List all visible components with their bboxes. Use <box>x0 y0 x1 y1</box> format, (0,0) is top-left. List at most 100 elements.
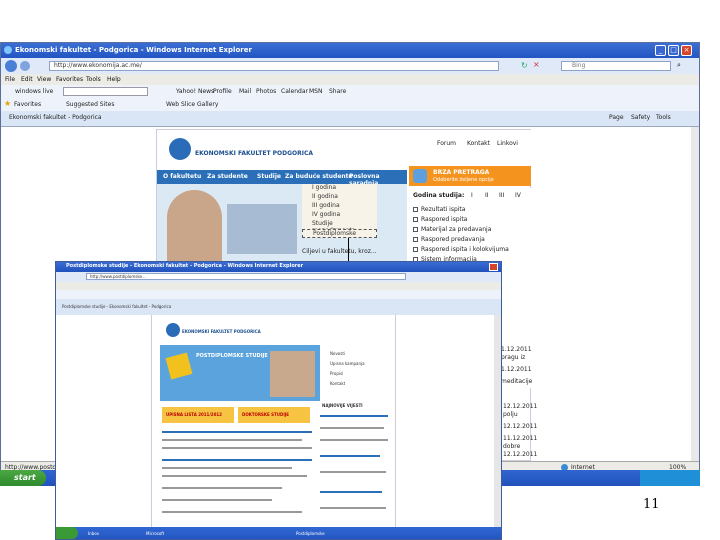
overlay-menu-novosti[interactable]: Novosti <box>330 351 345 356</box>
overlay-news-line <box>320 455 380 457</box>
nav-o-fakultetu[interactable]: O fakultetu <box>163 173 201 180</box>
menu-help[interactable]: Help <box>107 76 121 83</box>
close-button[interactable]: × <box>681 45 692 56</box>
checkbox-godina-i[interactable]: I <box>471 192 473 199</box>
sidebar-item-label: Raspored ispita i kolokvijuma <box>421 246 509 253</box>
address-bar[interactable]: http://www.ekonomija.ac.me/ <box>49 61 499 71</box>
overlay-menu-kontakt[interactable]: Kontakt <box>330 381 345 386</box>
news-snippet[interactable]: meditacije <box>501 378 532 385</box>
dropdown-item-6[interactable]: Postdiplomske <box>302 229 377 238</box>
overlay-start-button[interactable] <box>56 527 78 539</box>
overlay-scrollbar[interactable] <box>494 315 501 528</box>
stop-icon[interactable]: × <box>533 60 540 69</box>
toolbar-share[interactable]: Share <box>329 88 346 95</box>
menu-tools[interactable]: Tools <box>86 76 101 83</box>
toolbar-msn[interactable]: MSN <box>309 88 322 95</box>
news-snippet[interactable]: polju <box>503 411 518 418</box>
toolbar-calendar[interactable]: Calendar <box>281 88 308 95</box>
logo-icon <box>169 138 191 160</box>
checkbox[interactable] <box>413 237 418 242</box>
toolbar-yahoo-news[interactable]: Yahoo! News <box>176 88 214 95</box>
overlay-yellow-text-1: UPISNA LISTA 2011/2012 <box>166 412 222 417</box>
news-snippet[interactable]: dobre <box>503 443 520 450</box>
news-snippet[interactable]: pragu iz <box>501 354 525 361</box>
system-tray <box>640 470 700 486</box>
toolbar-photos[interactable]: Photos <box>256 88 276 95</box>
toolbar-profile[interactable]: Profile <box>213 88 232 95</box>
sidebar-item-label: Raspored predavanja <box>421 236 485 243</box>
tab-ekonomski-fakultet[interactable]: Ekonomski fakultet - Podgorica <box>9 114 102 121</box>
overlay-banner-photo <box>270 351 315 397</box>
nav-studije[interactable]: Studije <box>257 173 281 180</box>
slide-number: 11 <box>643 497 660 512</box>
news-date: 11.12.2011 <box>503 435 538 442</box>
overlay-task-1[interactable]: Inbox <box>88 531 99 536</box>
forward-button[interactable] <box>20 61 30 71</box>
menu-bar: File Edit View Favorites Tools Help <box>1 74 699 85</box>
overlay-address-text: http://www.postdiplomske... <box>90 274 146 279</box>
nav-za-buduce-studente[interactable]: Za buduće studente <box>285 173 353 180</box>
overlay-title-bar[interactable]: Postdiplomske studije - Ekonomski fakult… <box>56 262 501 272</box>
safety-menu[interactable]: Safety <box>631 114 650 121</box>
dropdown-item-4[interactable]: IV godina <box>302 211 377 220</box>
toolbar-windows-live[interactable]: windows live <box>15 88 53 95</box>
sidebar-item-raspored-predavanja[interactable]: Raspored predavanja <box>413 236 485 243</box>
toolbar-mail[interactable]: Mail <box>239 88 251 95</box>
sidebar-item-materijal[interactable]: Materijal za predavanja <box>413 226 491 233</box>
overlay-text-line <box>162 439 302 441</box>
favorites-button[interactable]: Favorites <box>14 101 41 108</box>
overlay-menu-upis[interactable]: Upisna kampanja <box>330 361 365 366</box>
news-date: 12.12.2011 <box>503 423 538 430</box>
vertical-scrollbar[interactable] <box>691 127 699 461</box>
menu-edit[interactable]: Edit <box>21 76 33 83</box>
maximize-button[interactable]: □ <box>668 45 679 56</box>
dropdown-item-1[interactable]: I godina <box>302 184 377 193</box>
start-button[interactable]: start <box>0 470 46 486</box>
search-field-live[interactable] <box>63 87 148 96</box>
menu-file[interactable]: File <box>5 76 15 83</box>
back-button[interactable] <box>5 60 17 72</box>
checkbox[interactable] <box>413 247 418 252</box>
page-menu[interactable]: Page <box>609 114 624 121</box>
checkbox[interactable] <box>413 227 418 232</box>
suggested-sites-link[interactable]: Suggested Sites <box>66 101 114 108</box>
sidebar-item-raspored-ispita[interactable]: Raspored ispita <box>413 216 467 223</box>
ie-logo-icon <box>4 46 12 54</box>
checkbox[interactable] <box>413 207 418 212</box>
dropdown-item-2[interactable]: II godina <box>302 193 377 202</box>
overlay-text-line <box>162 511 302 513</box>
overlay-banner-text: POSTDIPLOMSKE STUDIJE <box>196 353 268 359</box>
title-bar[interactable]: Ekonomski fakultet - Podgorica - Windows… <box>1 43 699 58</box>
sidebar-item-rezultati[interactable]: Rezultati ispita <box>413 206 465 213</box>
quick-search-panel[interactable]: BRZA PRETRAGA Odaberite željene opcije <box>409 166 531 186</box>
minimize-button[interactable]: _ <box>655 45 666 56</box>
dropdown-item-5[interactable]: Studije menadzmenta <box>302 220 377 234</box>
header-link-kontakt[interactable]: Kontakt <box>467 140 490 147</box>
nav-za-studente[interactable]: Za studente <box>207 173 248 180</box>
dropdown-item-3[interactable]: III godina <box>302 202 377 211</box>
header-link-linkovi[interactable]: Linkovi <box>497 140 518 147</box>
menu-favorites[interactable]: Favorites <box>56 76 83 83</box>
search-icon[interactable]: ⌕ <box>677 61 681 70</box>
overlay-task-3[interactable]: Postdiplomske <box>296 531 325 536</box>
refresh-icon[interactable]: ↻ <box>521 61 528 70</box>
sidebar-item-kolokvijumi[interactable]: Raspored ispita i kolokvijuma <box>413 246 509 253</box>
overlay-tab[interactable]: Postdiplomske studije - Ekonomski fakult… <box>62 304 171 309</box>
header-link-forum[interactable]: Forum <box>437 140 456 147</box>
overlay-close-button[interactable] <box>489 263 498 271</box>
overlay-menu-propisi[interactable]: Propisi <box>330 371 343 376</box>
web-slice-gallery-link[interactable]: Web Slice Gallery <box>166 101 218 108</box>
checkbox-godina-ii[interactable]: II <box>485 192 489 199</box>
menu-view[interactable]: View <box>37 76 51 83</box>
tools-menu[interactable]: Tools <box>656 114 671 121</box>
checkbox-godina-iv[interactable]: IV <box>515 192 521 199</box>
sidebar-item-label: Raspored ispita <box>421 216 468 223</box>
search-input[interactable]: Bing <box>561 61 671 71</box>
favorites-bar: ★ Favorites Suggested Sites Web Slice Ga… <box>1 98 699 111</box>
checkbox-godina-iii[interactable]: III <box>499 192 504 199</box>
overlay-toolbar <box>56 290 501 299</box>
overlay-banner-icon <box>165 352 193 380</box>
checkbox[interactable] <box>413 217 418 222</box>
overlay-task-2[interactable]: Microsoft <box>146 531 164 536</box>
overlay-news-line <box>320 491 382 493</box>
